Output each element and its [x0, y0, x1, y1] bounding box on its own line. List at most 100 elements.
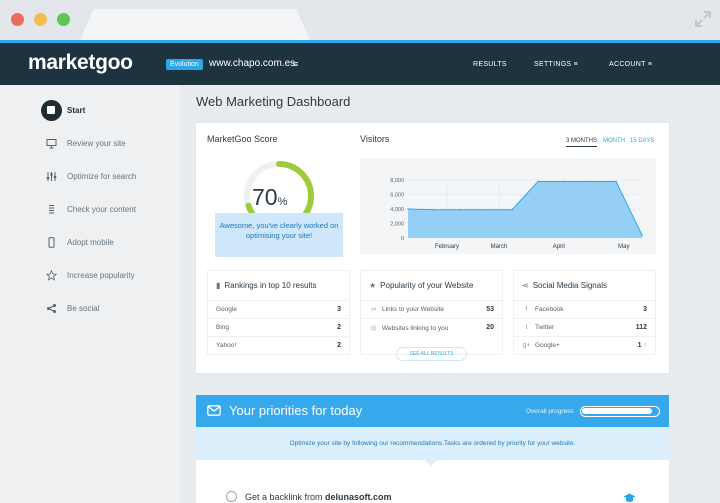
- social-title: Social Media Signals: [532, 281, 607, 290]
- row-value: 2: [337, 342, 341, 349]
- data-point: [459, 208, 461, 211]
- list-item[interactable]: Get a backlink from delunasoft.com: [226, 491, 392, 502]
- sidebar-item-start[interactable]: Start: [40, 99, 85, 121]
- data-point: [433, 208, 435, 211]
- row-label: Bing: [216, 324, 230, 331]
- share-icon: [40, 297, 62, 319]
- table-row: t Twitter 112: [514, 318, 655, 336]
- y-tick-label: 8,000: [390, 178, 404, 184]
- y-tick-label: 0: [401, 236, 404, 242]
- task-list: Get a backlink from delunasoft.com: [196, 459, 669, 503]
- progress-fill: [582, 408, 653, 414]
- google-plus-icon: g+: [522, 342, 531, 349]
- x-tick-label: May: [618, 244, 629, 250]
- row-value: 2: [337, 324, 341, 331]
- sidebar-item-optimize[interactable]: Optimize for search: [40, 165, 136, 187]
- minimize-window-button[interactable]: [34, 13, 47, 26]
- task-prefix: Get a backlink from: [245, 491, 323, 502]
- maximize-window-button[interactable]: [57, 13, 70, 26]
- browser-tab[interactable]: [80, 9, 310, 40]
- row-value: 20: [486, 324, 494, 331]
- mail-icon: [207, 405, 221, 416]
- nav-account[interactable]: ACCOUNT ≡: [609, 61, 652, 68]
- tab-month[interactable]: MONTH: [603, 138, 625, 144]
- star-icon: [40, 264, 62, 286]
- stop-icon: [40, 99, 62, 121]
- row-label: Websites linking to you: [382, 324, 449, 332]
- sidebar-item-label: Start: [67, 105, 86, 115]
- nav-account-label: ACCOUNT: [609, 61, 646, 68]
- popularity-panel: ★ Popularity of your Website ∞ Links to yo…: [360, 270, 503, 355]
- x-tick-label: February: [435, 244, 459, 250]
- marketgoo-logo[interactable]: marketgoo: [28, 51, 133, 75]
- graduation-cap-icon[interactable]: [623, 493, 636, 503]
- sidebar-item-popularity[interactable]: Increase popularity: [40, 264, 135, 286]
- row-label: Links to your Website: [382, 306, 445, 313]
- monitor-icon: [40, 132, 62, 154]
- rankings-header: ▮ Rankings in top 10 results: [216, 281, 316, 290]
- share-icon: ⋖: [522, 281, 529, 290]
- sidebar-item-label: Be social: [67, 303, 100, 313]
- twitter-icon: t: [525, 324, 528, 331]
- y-tick-label: 2,000: [390, 222, 404, 228]
- info-notch: [424, 459, 438, 466]
- page-title: Web Marketing Dashboard: [196, 94, 351, 109]
- sidebar-item-label: Check your content: [67, 204, 136, 214]
- score-title: MarketGoo Score: [207, 134, 278, 144]
- y-tick-label: 6,000: [390, 193, 404, 199]
- sidebar-item-mobile[interactable]: Adopt mobile: [40, 231, 114, 253]
- task-site: delunasoft.com: [325, 491, 392, 502]
- visitors-title: Visitors: [360, 134, 390, 144]
- domain-selector[interactable]: www.chapo.com.es: [209, 58, 295, 69]
- nav-results[interactable]: RESULTS: [473, 61, 507, 68]
- tab-3-months[interactable]: 3 MONTHS: [566, 138, 598, 147]
- overall-progress-bar: [580, 406, 660, 417]
- table-row: g+ Google+ 1 ↑: [514, 336, 655, 354]
- sidebar-item-label: Increase popularity: [67, 270, 135, 280]
- x-tick-label: April: [553, 244, 565, 250]
- tab-15-days[interactable]: 15 DAYS: [630, 138, 654, 144]
- score-number: 70: [252, 184, 278, 210]
- nav-settings-label: SETTINGS: [534, 61, 572, 68]
- sidebar-item-review[interactable]: Review your site: [40, 132, 126, 154]
- sidebar-item-content[interactable]: Check your content: [40, 198, 136, 220]
- score-unit: %: [277, 196, 288, 208]
- expand-icon[interactable]: [694, 10, 712, 28]
- nav-settings[interactable]: SETTINGS ≡: [534, 61, 578, 68]
- table-row: f Facebook 3: [514, 300, 655, 318]
- popularity-title: Popularity of your Website: [380, 281, 474, 290]
- row-value: 3: [643, 306, 647, 313]
- browser-chrome: [0, 0, 720, 40]
- social-panel: ⋖ Social Media Signals f Facebook 3 t Twitte…: [513, 270, 656, 355]
- sidebar-item-social[interactable]: Be social: [40, 297, 99, 319]
- table-row: Bing 2: [208, 318, 349, 336]
- rankings-title: Rankings in top 10 results: [224, 281, 317, 290]
- progress-label: Overall progress: [526, 408, 574, 415]
- row-value: 53: [486, 306, 494, 313]
- visitors-chart: 8,000 6,000 4,000 2,000 0 February March April M…: [390, 178, 643, 250]
- mobile-icon: [40, 231, 62, 253]
- domain-menu-icon[interactable]: ≡: [293, 59, 298, 69]
- see-all-results-button[interactable]: SEE ALL RESULTS: [396, 347, 467, 361]
- sidebar: Start Review your site Optimize for sear…: [0, 85, 180, 503]
- row-value: 1 ↑: [638, 342, 647, 349]
- sidebar-item-label: Adopt mobile: [67, 237, 114, 247]
- x-tick-label: March: [491, 244, 508, 250]
- document-icon: [40, 198, 62, 220]
- check-circle-icon[interactable]: [226, 491, 237, 502]
- star-icon: ★: [369, 281, 377, 290]
- data-point: [615, 180, 617, 183]
- table-row: Yahoo! 2: [208, 336, 349, 354]
- data-point: [589, 180, 591, 183]
- rankings-panel: ▮ Rankings in top 10 results Google 3 Bing…: [207, 270, 350, 355]
- row-value: 3: [337, 306, 341, 313]
- data-point: [537, 180, 539, 183]
- score-message: Awesome, you've clearly worked on optimi…: [215, 213, 343, 257]
- row-label: Yahoo!: [216, 342, 237, 349]
- row-number: 1: [637, 342, 642, 349]
- close-window-button[interactable]: [11, 13, 24, 26]
- priorities-title: Your priorities for today: [229, 403, 363, 418]
- sidebar-item-label: Optimize for search: [67, 171, 137, 181]
- table-row: ∞ Links to your Website 53: [361, 300, 502, 318]
- data-point: [511, 208, 513, 211]
